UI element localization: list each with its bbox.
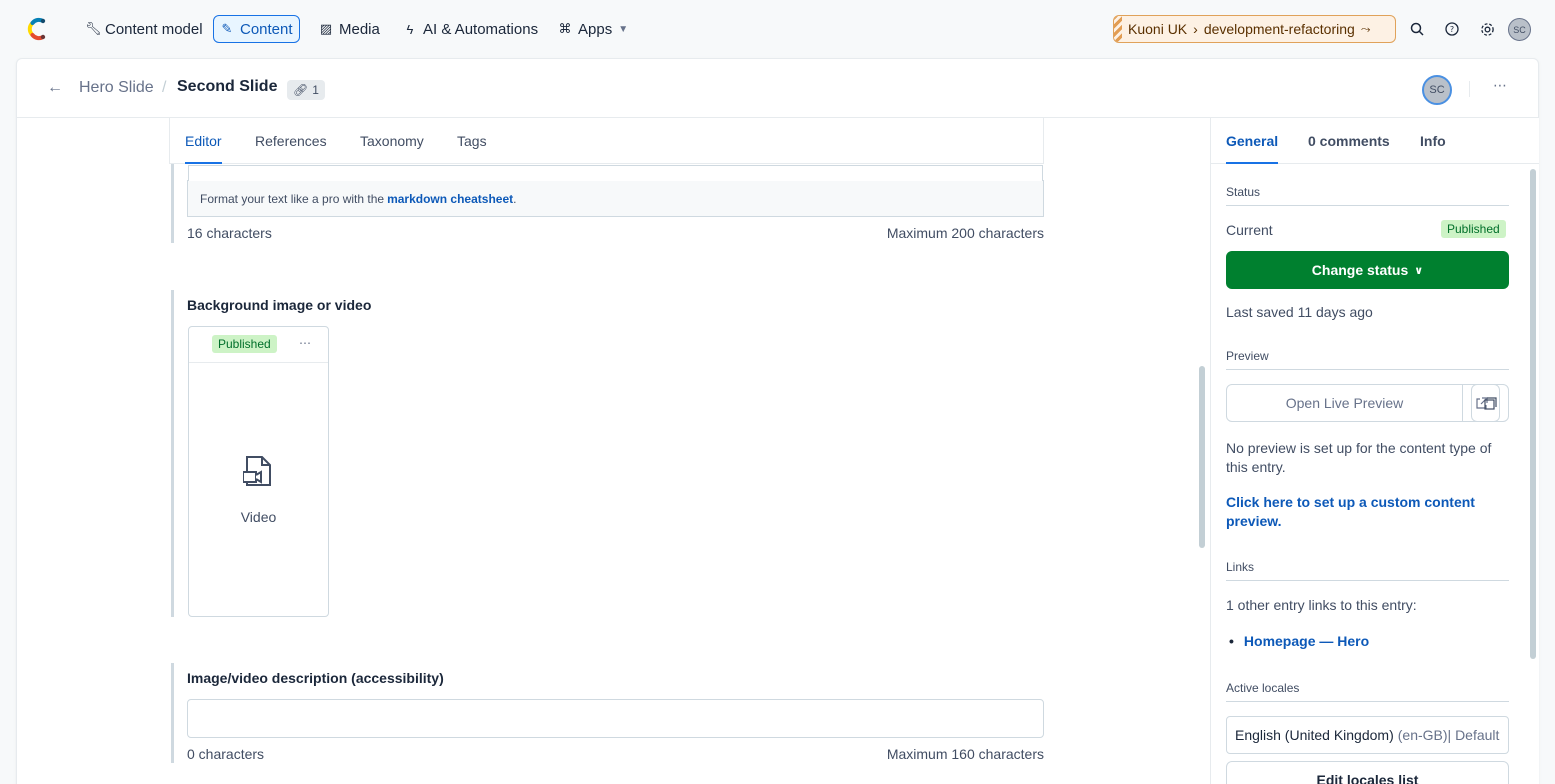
markdown-cheatsheet-link[interactable]: markdown cheatsheet [387, 192, 513, 206]
environment-stripes [1114, 16, 1122, 42]
description-field-label: Image/video description (accessibility) [187, 670, 444, 686]
references-badge[interactable]: 🔗︎ 1 [287, 80, 325, 100]
nav-content-model[interactable]: 🔧︎ Content model [78, 15, 210, 43]
preview-note: No preview is set up for the content typ… [1226, 440, 1492, 475]
caret-down-icon: ▼ [618, 23, 629, 35]
field-indicator-bar [171, 290, 174, 617]
back-arrow-icon[interactable]: ← [47, 79, 63, 97]
nav-media[interactable]: ▨ Media [312, 15, 387, 43]
image-icon: ▨ [319, 21, 333, 36]
environment-name: development-refactoring [1203, 21, 1355, 37]
entry-editor-card: ← Hero Slide / Second Slide 🔗︎ 1 SC ⋯ Ed… [16, 58, 1539, 784]
user-avatar[interactable]: SC [1508, 18, 1531, 41]
locale-meta: (en-GB)| Default [1397, 727, 1500, 743]
field3-char-count-row: 0 characters Maximum 160 characters [187, 746, 1044, 762]
tab-comments[interactable]: 0 comments [1308, 118, 1390, 164]
edit-locales-button[interactable]: Edit locales list [1226, 761, 1509, 784]
status-section-title: Status [1226, 185, 1509, 206]
field1-char-count: 16 characters [187, 225, 272, 241]
nav-content-label: Content [240, 20, 293, 38]
breadcrumb-content-type[interactable]: Hero Slide [79, 79, 154, 97]
wrench-icon: 🔧︎ [85, 21, 102, 36]
sidebar-tabs: General 0 comments Info [1211, 118, 1539, 164]
field-indicator-bar [171, 663, 174, 763]
linked-entry-item[interactable]: • Homepage — Hero [1229, 633, 1369, 649]
markdown-hint-suffix: . [513, 191, 517, 206]
field1-char-count-row: 16 characters Maximum 200 characters [187, 225, 1044, 241]
tab-references[interactable]: References [255, 118, 327, 164]
nav-content[interactable]: ✎ Content [213, 15, 300, 43]
background-media-label: Background image or video [187, 297, 372, 313]
bolt-icon: ϟ [406, 21, 414, 37]
tab-tags[interactable]: Tags [457, 118, 487, 164]
tab-taxonomy[interactable]: Taxonomy [360, 118, 424, 164]
links-note: 1 other entry links to this entry: [1226, 597, 1417, 613]
contentful-logo-icon[interactable] [24, 16, 50, 42]
open-live-preview-button[interactable]: Open Live Preview [1226, 384, 1463, 422]
nav-media-label: Media [339, 20, 380, 38]
asset-card-header: Published ⋯ [189, 327, 328, 363]
bullet-icon: • [1229, 633, 1234, 649]
help-icon[interactable]: ? [1442, 19, 1462, 39]
active-locale: English (United Kingdom) (en-GB)| Defaul… [1226, 716, 1509, 754]
nav-apps-label: Apps [578, 20, 613, 38]
video-file-icon [243, 456, 271, 486]
editor-scrollbar-thumb[interactable] [1199, 366, 1205, 548]
editor-tabs: Editor References Taxonomy Tags [169, 118, 1044, 164]
markdown-hint-text: Format your text like a pro with the [200, 191, 385, 206]
gear-icon[interactable] [1477, 19, 1497, 39]
field1-char-max: Maximum 200 characters [886, 225, 1044, 241]
environment-switcher[interactable]: Kuoni UK › development-refactoring ⤳ [1113, 15, 1396, 43]
sidebar-scrollbar[interactable] [1530, 169, 1536, 659]
locale-name: English (United Kingdom) [1235, 727, 1394, 743]
breadcrumb-separator: / [162, 79, 167, 96]
more-options-icon[interactable]: ⋯ [1493, 77, 1508, 94]
entry-sidebar: General 0 comments Info Status Current P… [1211, 118, 1539, 784]
svg-text:?: ? [1450, 25, 1454, 34]
chevron-down-icon: ∨ [1414, 264, 1424, 277]
branch-icon: ⤳ [1360, 21, 1371, 36]
nav-ai-automations[interactable]: ϟ AI & Automations [396, 15, 545, 43]
search-icon[interactable] [1407, 19, 1427, 39]
top-navigation: 🔧︎ Content model ✎ Content ▨ Media ϟ AI … [0, 0, 1555, 58]
markdown-hint: Format your text like a pro with the mar… [187, 165, 1044, 217]
preview-section-title: Preview [1226, 349, 1509, 370]
field3-char-count: 0 characters [187, 746, 265, 762]
current-status-badge: Published [1441, 220, 1506, 238]
asset-type-label: Video [240, 509, 277, 525]
references-count: 1 [312, 83, 319, 97]
linked-entry-link[interactable]: Homepage — Hero [1244, 633, 1369, 649]
field3-char-max: Maximum 160 characters [886, 746, 1044, 762]
change-status-button[interactable]: Change status ∨ [1226, 251, 1509, 289]
editor-scrollbar[interactable] [1195, 118, 1211, 784]
editor-avatar[interactable]: SC [1422, 75, 1452, 105]
copy-icon[interactable] [1471, 384, 1509, 422]
tab-general[interactable]: General [1226, 118, 1279, 164]
entry-title: Second Slide [177, 78, 278, 95]
description-input[interactable] [187, 699, 1044, 738]
nav-content-model-label: Content model [105, 20, 203, 38]
header-divider [1469, 81, 1470, 97]
entry-header: ← Hero Slide / Second Slide 🔗︎ 1 SC ⋯ [17, 59, 1538, 118]
setup-preview-link[interactable]: Click here to set up a custom content pr… [1226, 493, 1509, 531]
asset-status-badge: Published [212, 335, 277, 353]
last-saved-text: Last saved 11 days ago [1226, 304, 1373, 320]
chevron-right-icon: › [1193, 21, 1198, 37]
tab-info[interactable]: Info [1420, 118, 1446, 164]
nav-ai-automations-label: AI & Automations [423, 20, 539, 38]
asset-card[interactable]: Published ⋯ Video [188, 326, 329, 617]
asset-more-icon[interactable]: ⋯ [299, 336, 311, 350]
link-icon: 🔗︎ [293, 83, 309, 97]
locales-section-title: Active locales [1226, 681, 1509, 702]
field-indicator-bar [171, 164, 174, 243]
space-name: Kuoni UK [1128, 21, 1188, 37]
change-status-label: Change status [1311, 262, 1409, 278]
nav-apps[interactable]: ⌘ Apps ▼ [551, 15, 635, 43]
puzzle-icon: ⌘ [558, 21, 572, 36]
links-section-title: Links [1226, 560, 1509, 581]
markdown-editor-bottom[interactable] [188, 165, 1043, 181]
tab-editor[interactable]: Editor [185, 118, 222, 164]
pen-icon: ✎ [221, 21, 233, 36]
